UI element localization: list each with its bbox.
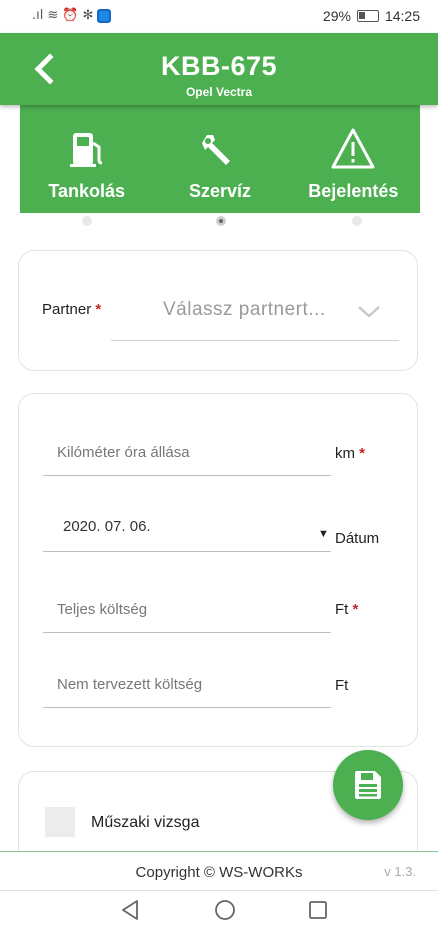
nav-home-button[interactable] (212, 897, 238, 923)
tab-bejelentes[interactable]: Bejelentés (287, 105, 420, 213)
status-bar: .ıl ≋ ⏰ ✻ 29% 14:25 (0, 0, 438, 33)
square-recents-icon (309, 901, 327, 919)
copyright-text: Copyright © WS-WORKs (135, 864, 303, 881)
chevron-down-icon (358, 306, 380, 318)
footer: Copyright © WS-WORKs v 1.3. (0, 851, 438, 891)
total-cost-input[interactable]: Teljes költség (43, 589, 331, 633)
inspection-checkbox[interactable] (45, 807, 75, 837)
partner-label-text: Partner (42, 301, 92, 318)
vehicle-plate: KBB-675 (160, 51, 278, 81)
clock: 14:25 (384, 8, 420, 24)
date-label: Dátum (335, 530, 380, 547)
partner-placeholder: Válassz partnert... (163, 299, 326, 320)
system-nav-bar (0, 891, 438, 927)
tab-indicator (0, 216, 438, 230)
dropdown-caret-icon: ▼ (318, 528, 329, 540)
vehicle-model: Opel Vectra (185, 85, 253, 99)
unplanned-cost-unit: Ft (335, 677, 349, 694)
date-value: 2020. 07. 06. (63, 518, 151, 535)
unit-text: km (335, 445, 355, 462)
fuel-pump-icon (69, 133, 102, 167)
total-cost-placeholder: Teljes költség (57, 601, 148, 618)
unit-text: Ft (335, 601, 349, 618)
tab-label: Tankolás (48, 181, 126, 201)
total-cost-unit: Ft * (335, 601, 358, 618)
version-text: v 1.3. (384, 864, 416, 879)
partner-card: Partner * Válassz partnert... (18, 250, 418, 371)
date-select[interactable]: 2020. 07. 06. (43, 508, 331, 552)
required-mark: * (95, 301, 102, 318)
tab-label: Szervíz (188, 181, 252, 201)
circle-home-icon (215, 900, 235, 920)
required-mark: * (352, 601, 359, 618)
battery-percent: 29% (322, 8, 351, 24)
odometer-input[interactable]: Kilóméter óra állása (43, 432, 331, 476)
indicator-dot (82, 216, 92, 226)
tab-szerviz[interactable]: Szervíz (153, 105, 286, 213)
indicator-dot (352, 216, 362, 226)
inspection-label: Műszaki vizsga (91, 814, 200, 831)
triangle-back-icon (122, 900, 138, 920)
warning-icon (331, 128, 375, 169)
alarm-icon: ⏰ (62, 8, 79, 23)
details-card: Kilóméter óra állása km * 2020. 07. 06. … (18, 393, 418, 747)
odometer-unit: km * (335, 445, 365, 462)
tab-bar: Tankolás Szervíz Bejelentés (20, 105, 420, 213)
partner-select[interactable]: Válassz partnert... (111, 285, 399, 341)
wrench-icon (201, 135, 230, 165)
odometer-placeholder: Kilóméter óra állása (57, 444, 190, 461)
indicator-dot-active (216, 216, 226, 226)
unplanned-cost-input[interactable]: Nem tervezett költség (43, 664, 331, 708)
save-button[interactable] (333, 750, 403, 820)
tab-label: Bejelentés (308, 181, 399, 201)
wifi-icon: ≋ (47, 8, 59, 23)
app-header: KBB-675 Opel Vectra (0, 33, 438, 105)
unplanned-cost-placeholder: Nem tervezett költség (57, 676, 203, 693)
status-icons: .ıl ≋ ⏰ ✻ (32, 8, 112, 23)
app-notification-icon (97, 8, 112, 23)
nav-recents-button[interactable] (305, 897, 331, 923)
bluetooth-icon: ✻ (82, 8, 94, 23)
nav-back-button[interactable] (117, 897, 143, 923)
partner-label: Partner * (42, 301, 101, 318)
required-mark: * (359, 445, 366, 462)
signal-icon: .ıl (32, 8, 44, 23)
save-icon (355, 771, 381, 799)
battery-icon (356, 10, 379, 22)
tab-tankolas[interactable]: Tankolás (20, 105, 153, 213)
